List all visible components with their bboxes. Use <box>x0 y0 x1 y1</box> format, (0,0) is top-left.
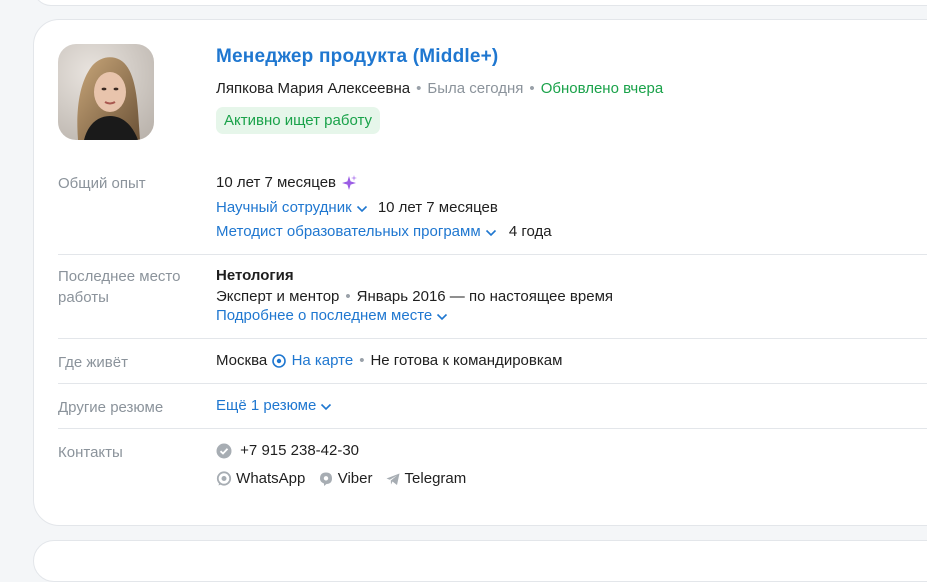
divider <box>58 254 927 255</box>
last-seen: Была сегодня <box>427 80 524 97</box>
viber-icon <box>318 470 334 487</box>
previous-card <box>33 0 927 6</box>
divider <box>58 338 927 339</box>
verified-icon <box>216 442 236 459</box>
updated-status: Обновлено вчера <box>540 80 664 97</box>
other-resumes[interactable]: Ещё 1 резюме <box>216 397 332 415</box>
vacancy-title[interactable]: Менеджер продукта (Middle+) <box>216 46 498 68</box>
divider <box>58 383 927 384</box>
location-value: Москва На карте • Не готова к командировка… <box>216 352 562 369</box>
status-badge: Активно ищет работу <box>216 107 381 134</box>
avatar[interactable] <box>58 44 154 140</box>
chevron-down-icon[interactable] <box>320 398 332 415</box>
more-about-job-link[interactable]: Подробнее о последнем месте <box>216 307 432 324</box>
location-label: Где живёт <box>58 354 128 371</box>
divider <box>58 428 927 429</box>
sparkle-icon <box>340 174 358 191</box>
role-duration: 10 лет 7 месяцев <box>377 199 498 216</box>
messenger-whatsapp[interactable]: WhatsApp <box>216 470 310 487</box>
whatsapp-label[interactable]: WhatsApp <box>236 470 305 487</box>
viber-label[interactable]: Viber <box>338 470 373 487</box>
role-duration: 4 года <box>508 223 552 240</box>
separator-dot: • <box>416 80 422 97</box>
role-link[interactable]: Научный сотрудник <box>216 199 352 216</box>
contacts-label: Контакты <box>58 444 123 461</box>
chevron-down-icon[interactable] <box>485 224 497 241</box>
experience-label: Общий опыт <box>58 175 146 192</box>
experience-total-value: 10 лет 7 месяцев <box>216 174 337 191</box>
map-pin-icon[interactable] <box>271 352 291 369</box>
whatsapp-icon <box>216 470 232 487</box>
city: Москва <box>216 352 268 369</box>
candidate-name: Ляпкова Мария Алексеевна <box>216 80 411 97</box>
role-link[interactable]: Методист образовательных программ <box>216 223 481 240</box>
messenger-viber[interactable]: Viber <box>318 470 377 487</box>
job-period: Январь 2016 — по настоящее время <box>356 288 613 305</box>
experience-total: 10 лет 7 месяцев <box>216 174 358 192</box>
job-details: Эксперт и ментор • Январь 2016 — по настоя… <box>216 288 613 305</box>
messengers-row: WhatsApp Viber Telegram <box>216 470 466 487</box>
messenger-telegram[interactable]: Telegram <box>385 470 467 487</box>
more-about-job[interactable]: Подробнее о последнем месте <box>216 307 448 325</box>
candidate-meta: Ляпкова Мария Алексеевна • Была сегодня • Об… <box>216 80 663 97</box>
other-resumes-label: Другие резюме <box>58 399 164 416</box>
separator-dot: • <box>345 288 351 305</box>
job-position: Эксперт и ментор <box>216 288 340 305</box>
other-resumes-link[interactable]: Ещё 1 резюме <box>216 397 316 414</box>
telegram-label[interactable]: Telegram <box>405 470 467 487</box>
phone-number[interactable]: +7 915 238-42-30 <box>240 442 359 459</box>
separator-dot: • <box>529 80 535 97</box>
separator-dot: • <box>359 352 365 369</box>
phone-row: +7 915 238-42-30 <box>216 442 359 459</box>
last-job-label: Последнее место работы <box>58 268 181 306</box>
telegram-icon <box>385 470 401 487</box>
chevron-down-icon[interactable] <box>356 200 368 217</box>
experience-role-1: Научный сотрудник 10 лет 7 месяцев <box>216 199 498 217</box>
company-name: Нетология <box>216 267 294 284</box>
next-card <box>33 540 927 582</box>
map-link[interactable]: На карте <box>292 352 354 369</box>
resume-card[interactable]: Менеджер продукта (Middle+) Ляпкова Мари… <box>33 19 927 526</box>
travel-readiness: Не готова к командировкам <box>370 352 563 369</box>
chevron-down-icon[interactable] <box>436 308 448 325</box>
experience-role-2: Методист образовательных программ 4 года <box>216 223 552 241</box>
